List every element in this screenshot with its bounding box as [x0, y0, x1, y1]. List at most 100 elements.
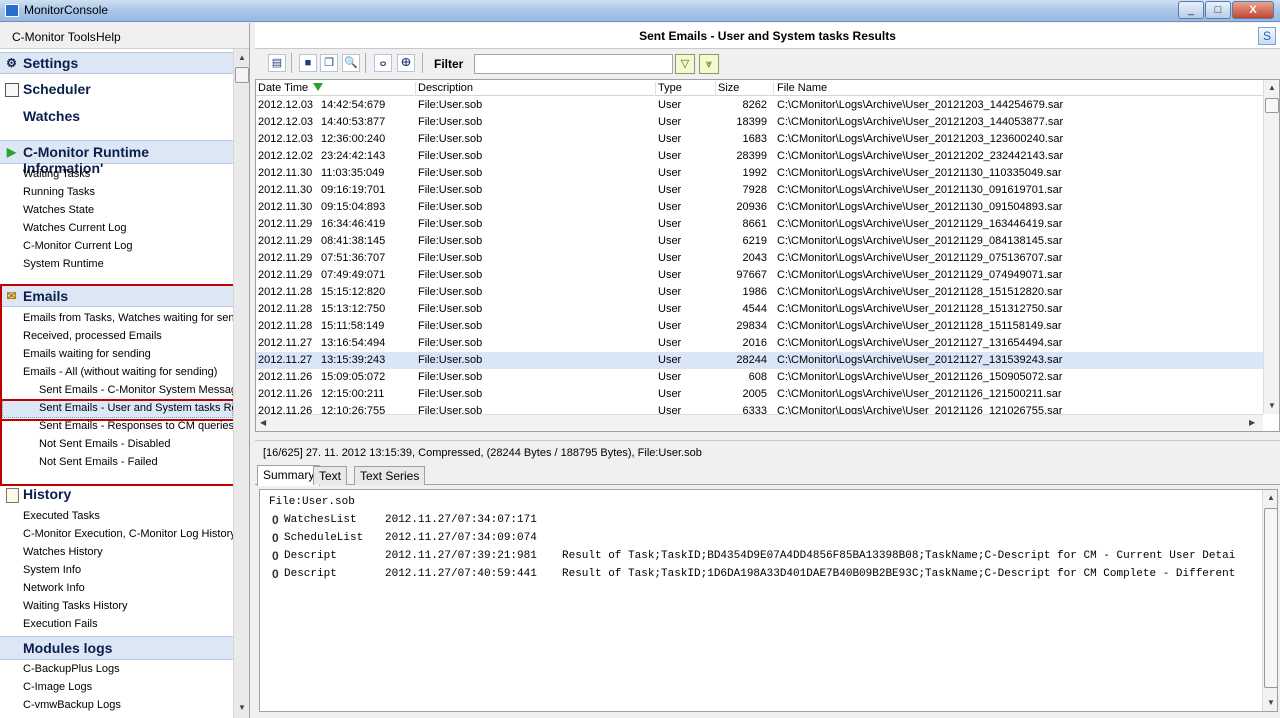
table-row[interactable]: 2012.11.28 15:15:12:820 File:User.sob User 1…	[256, 284, 1264, 301]
nav-watches-state[interactable]: Watches State	[23, 204, 94, 216]
column-size[interactable]: Size	[718, 82, 774, 96]
scroll-right-icon[interactable]: ▶	[1249, 418, 1255, 427]
table-row[interactable]: 2012.11.26 15:09:05:072 File:User.sob User 6…	[256, 369, 1264, 386]
scroll-thumb[interactable]	[235, 67, 249, 83]
scroll-down-icon[interactable]: ▼	[1267, 698, 1275, 707]
nav-execution-fails[interactable]: Execution Fails	[23, 618, 98, 630]
scroll-up-icon[interactable]: ▲	[1268, 83, 1276, 92]
section-modules-logs-label: Modules logs	[23, 640, 113, 656]
cell-size: 20936	[736, 201, 767, 213]
results-table: Date Time Description Type Size File Nam…	[255, 79, 1280, 432]
cell-file-name: C:\CMonitor\Logs\Archive\User_20121202_2…	[777, 150, 1064, 162]
window-title-bar[interactable]: MonitorConsole _ □ X	[0, 0, 1280, 22]
table-row[interactable]: 2012.12.03 12:36:00:240 File:User.sob User 1…	[256, 131, 1264, 148]
detail-scrollbar[interactable]: ▲ ▼	[1262, 490, 1277, 711]
document-icon	[6, 488, 19, 503]
cell-size: 8262	[742, 99, 767, 111]
table-row[interactable]: 2012.11.29 07:51:36:707 File:User.sob User 2…	[256, 250, 1264, 267]
table-row[interactable]: 2012.11.28 15:13:12:750 File:User.sob User 4…	[256, 301, 1264, 318]
table-row[interactable]: 2012.11.29 08:41:38:145 File:User.sob User 6…	[256, 233, 1264, 250]
export-icon[interactable]: ▤	[268, 54, 286, 72]
table-row[interactable]: 2012.11.26 12:15:00:211 File:User.sob User 2…	[256, 386, 1264, 403]
table-body: 2012.12.03 14:42:54:679 File:User.sob User 8…	[256, 97, 1264, 420]
filter-input[interactable]	[474, 54, 673, 74]
apply-filter-icon[interactable]: ▽	[675, 54, 695, 74]
scroll-down-icon[interactable]: ▼	[1268, 401, 1276, 410]
cell-time: 16:34:46:419	[321, 218, 386, 230]
tab-text[interactable]: Text	[313, 466, 348, 485]
nav-cmonitor-current-log[interactable]: C-Monitor Current Log	[23, 240, 132, 252]
scroll-down-icon[interactable]: ▼	[238, 703, 246, 712]
scroll-thumb[interactable]	[1264, 508, 1277, 688]
column-file-name[interactable]: File Name	[777, 82, 1257, 96]
cell-size: 29834	[736, 320, 767, 332]
table-vertical-scrollbar[interactable]: ▲ ▼	[1263, 80, 1279, 414]
toolbar-separator	[365, 53, 366, 73]
save-icon[interactable]: ■	[299, 54, 317, 72]
column-date-time[interactable]: Date Time	[258, 82, 416, 96]
table-row[interactable]: 2012.11.30 09:15:04:893 File:User.sob User 2…	[256, 199, 1264, 216]
nav-cbackupplus-logs[interactable]: C-BackupPlus Logs	[23, 663, 120, 675]
nav-cmonitor-execution-history[interactable]: C-Monitor Execution, C-Monitor Log Histo…	[23, 528, 236, 540]
gear-icon: ⚙	[6, 56, 17, 70]
table-row[interactable]: 2012.12.03 14:40:53:877 File:User.sob User 1…	[256, 114, 1264, 131]
tab-summary[interactable]: Summary	[257, 465, 321, 486]
cell-size: 2043	[742, 252, 767, 264]
cell-time: 15:13:12:750	[321, 303, 386, 315]
maximize-button[interactable]: □	[1205, 1, 1231, 19]
cell-time: 15:15:12:820	[321, 286, 386, 298]
find-icon[interactable]: ⴰ	[374, 54, 392, 72]
nav-executed-tasks[interactable]: Executed Tasks	[23, 510, 100, 522]
column-type[interactable]: Type	[658, 82, 716, 96]
nav-running-tasks[interactable]: Running Tasks	[23, 186, 95, 198]
watches-item[interactable]: Watches	[23, 108, 80, 124]
cell-date: 2012.11.28	[258, 320, 313, 332]
nav-cvmwbackup-logs[interactable]: C-vmwBackup Logs	[23, 699, 121, 711]
filter-options-icon[interactable]: ⩔	[699, 54, 719, 74]
column-description[interactable]: Description	[418, 82, 656, 96]
table-row[interactable]: 2012.12.03 14:42:54:679 File:User.sob User 8…	[256, 97, 1264, 114]
nav-network-info[interactable]: Network Info	[23, 582, 85, 594]
scroll-thumb[interactable]	[1265, 98, 1279, 113]
nav-waiting-tasks[interactable]: Waiting Tasks	[23, 168, 90, 180]
cell-size: 97667	[736, 269, 767, 281]
table-row[interactable]: 2012.11.30 11:03:35:049 File:User.sob User 1…	[256, 165, 1264, 182]
table-row[interactable]: 2012.11.29 16:34:46:419 File:User.sob User 8…	[256, 216, 1264, 233]
cell-time: 09:15:04:893	[321, 201, 386, 213]
cell-date: 2012.12.02	[258, 150, 314, 162]
table-row[interactable]: 2012.11.27 13:16:54:494 File:User.sob User 2…	[256, 335, 1264, 352]
table-row[interactable]: 2012.11.28 15:11:58:149 File:User.sob User 2…	[256, 318, 1264, 335]
nav-waiting-tasks-history[interactable]: Waiting Tasks History	[23, 600, 128, 612]
table-row[interactable]: 2012.11.29 07:49:49:071 File:User.sob User 9…	[256, 267, 1264, 284]
cell-time: 13:15:39:243	[321, 354, 386, 366]
section-settings[interactable]: ⚙ Settings	[0, 52, 233, 74]
close-button[interactable]: X	[1232, 1, 1274, 19]
nav-system-runtime[interactable]: System Runtime	[23, 258, 104, 270]
cell-date: 2012.11.28	[258, 303, 313, 315]
tab-text-series[interactable]: Text Series	[354, 466, 426, 485]
section-modules-logs[interactable]: Modules logs	[0, 636, 233, 660]
table-row[interactable]: 2012.12.02 23:24:42:143 File:User.sob User 2…	[256, 148, 1264, 165]
menu-cmonitor-tools[interactable]: C-Monitor Tools	[12, 30, 96, 44]
copy-icon[interactable]: ❐	[320, 54, 338, 72]
cell-description: File:User.sob	[418, 201, 483, 213]
nav-system-info[interactable]: System Info	[23, 564, 81, 576]
preview-icon[interactable]: 🔍	[342, 54, 360, 72]
cell-time: 14:42:54:679	[321, 99, 386, 111]
menu-help[interactable]: Help	[96, 30, 121, 44]
window-controls: _ □ X	[1177, 1, 1274, 19]
nav-watches-history[interactable]: Watches History	[23, 546, 103, 558]
scroll-left-icon[interactable]: ◀	[260, 418, 266, 427]
minimize-button[interactable]: _	[1178, 1, 1204, 19]
navigation-scrollbar[interactable]: ▲ ▼	[233, 49, 249, 718]
find-next-icon[interactable]: ⴲ	[397, 54, 415, 72]
cell-description: File:User.sob	[418, 371, 483, 383]
nav-watches-current-log[interactable]: Watches Current Log	[23, 222, 127, 234]
table-row[interactable]: 2012.11.27 13:15:39:243 File:User.sob User 2…	[256, 352, 1264, 369]
scroll-up-icon[interactable]: ▲	[238, 53, 246, 62]
scroll-up-icon[interactable]: ▲	[1267, 493, 1275, 502]
table-horizontal-scrollbar[interactable]: ◀ ▶	[256, 414, 1263, 431]
section-runtime-info[interactable]: ▶ C-Monitor Runtime Information'	[0, 140, 233, 176]
table-row[interactable]: 2012.11.30 09:16:19:701 File:User.sob User 7…	[256, 182, 1264, 199]
nav-cimage-logs[interactable]: C-Image Logs	[23, 681, 92, 693]
